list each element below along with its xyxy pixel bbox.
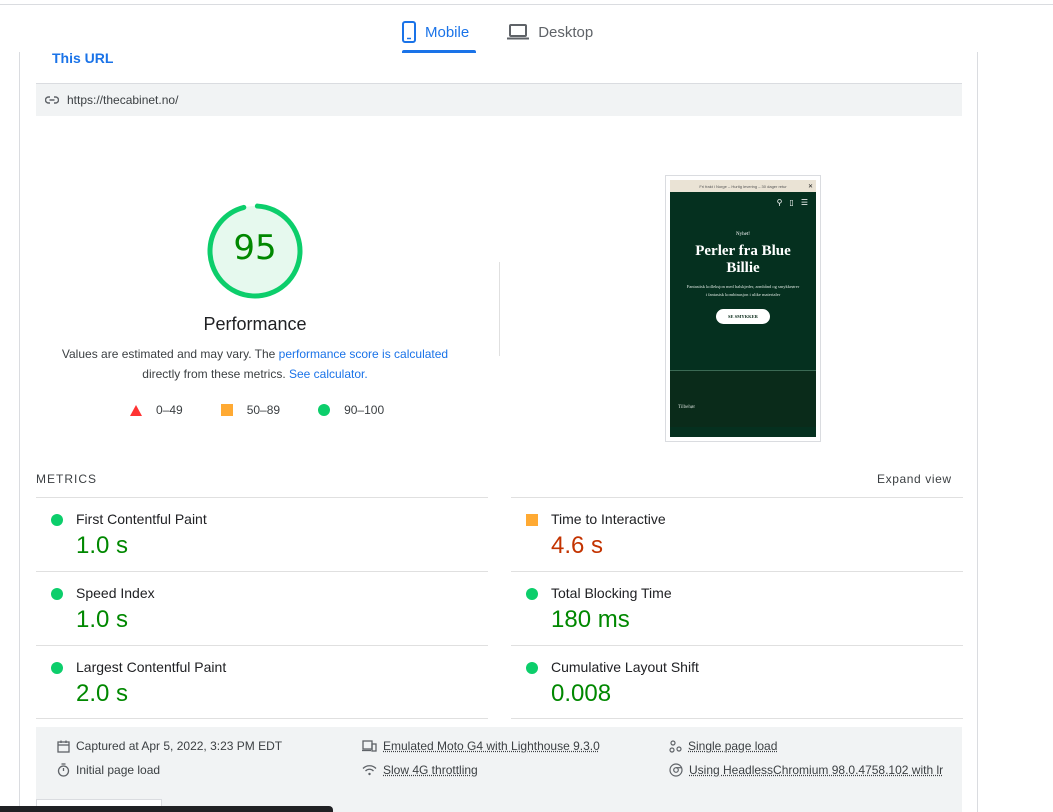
single-page-load-text: Single page load	[688, 739, 778, 753]
green-circle-icon	[526, 662, 538, 674]
orange-square-icon	[220, 404, 233, 416]
screenshot-kicker: Nyhet!	[736, 232, 750, 237]
green-circle-icon	[318, 404, 331, 416]
single-page-load[interactable]: Single page load	[669, 739, 777, 753]
top-divider	[0, 4, 1053, 5]
screenshot-bottom	[670, 427, 816, 437]
bottom-overlay-bar	[0, 806, 333, 812]
desc-text-1: Values are estimated and may vary. The	[61, 347, 279, 361]
metric-value: 1.0 s	[76, 532, 129, 559]
tab-mobile-label: Mobile	[425, 23, 470, 41]
screenshot-page: Fri frakt i Norge – Hurtig levering – 30…	[670, 180, 816, 437]
green-circle-icon	[526, 588, 538, 600]
green-circle-icon	[51, 662, 63, 674]
metric-name: Speed Index	[76, 585, 155, 601]
screenshot-banner-text: Fri frakt i Norge – Hurtig levering – 30…	[699, 183, 787, 189]
performance-score-link[interactable]: performance score is calculated	[279, 347, 448, 361]
screenshot-footer: Tilbehør	[670, 371, 816, 427]
metric-speed-index: Speed Index 1.0 s	[36, 571, 488, 645]
red-triangle-icon	[130, 404, 142, 416]
final-screenshot[interactable]: Fri frakt i Norge – Hurtig levering – 30…	[665, 175, 821, 442]
score-legend: 0–49 50–89 90–100	[130, 403, 422, 417]
tested-url: https://thecabinet.no/	[67, 93, 179, 107]
legend-fail-label: 0–49	[156, 403, 183, 417]
emulated-device-text: Emulated Moto G4 with Lighthouse 9.3.0	[383, 739, 600, 753]
screenshot-button: SE SMYKKER	[716, 309, 770, 324]
legend-pass: 90–100	[318, 403, 384, 417]
device-tabs: Mobile Desktop	[398, 12, 597, 53]
screenshot-nav: ⚲ ▯ ☰	[670, 192, 816, 212]
expand-view-toggle[interactable]: Expand view	[877, 472, 952, 486]
legend-pass-label: 90–100	[344, 403, 385, 417]
metric-value: 0.008	[551, 680, 612, 707]
metric-name: First Contentful Paint	[76, 511, 207, 527]
emulated-device[interactable]: Emulated Moto G4 with Lighthouse 9.3.0	[362, 739, 600, 753]
metric-cumulative-layout-shift: Cumulative Layout Shift 0.008	[511, 645, 963, 719]
metric-name: Time to Interactive	[551, 511, 666, 527]
laptop-icon	[507, 24, 530, 40]
stopwatch-icon	[57, 763, 70, 777]
screenshot-banner: Fri frakt i Norge – Hurtig levering – 30…	[670, 180, 816, 192]
metric-name: Total Blocking Time	[551, 585, 672, 601]
menu-icon: ☰	[800, 197, 808, 207]
browser-info-text: Using HeadlessChromium 98.0.4758.102 wit…	[689, 763, 944, 777]
close-icon: ✕	[807, 183, 813, 190]
chrome-icon	[669, 763, 683, 777]
metric-name: Cumulative Layout Shift	[551, 659, 699, 675]
captured-at-text: Captured at Apr 5, 2022, 3:23 PM EDT	[76, 739, 283, 753]
performance-description: Values are estimated and may vary. The p…	[50, 344, 460, 384]
bag-icon: ▯	[789, 197, 794, 207]
metrics-heading: METRICS	[36, 472, 97, 486]
calendar-icon	[57, 740, 70, 753]
metric-value: 4.6 s	[551, 532, 604, 559]
initial-page-load-text: Initial page load	[76, 763, 161, 777]
screenshot-hero: Nyhet! Perler fra Blue Billie Fantastisk…	[670, 212, 816, 370]
search-icon: ⚲	[776, 197, 783, 207]
desc-text-2: directly from these metrics.	[142, 367, 289, 381]
browser-info[interactable]: Using HeadlessChromium 98.0.4758.102 wit…	[669, 763, 943, 777]
tab-desktop-label: Desktop	[538, 23, 594, 41]
legend-average: 50–89	[220, 403, 281, 417]
see-calculator-link[interactable]: See calculator.	[289, 367, 368, 381]
smartphone-icon	[402, 21, 416, 43]
tab-this-url[interactable]: This URL	[52, 50, 113, 66]
metrics-bottom-divider	[36, 718, 488, 719]
link-icon	[45, 96, 59, 104]
metric-first-contentful-paint: First Contentful Paint 1.0 s	[36, 497, 488, 571]
network-throttling[interactable]: Slow 4G throttling	[362, 763, 478, 777]
run-info-panel: Captured at Apr 5, 2022, 3:23 PM EDT Ini…	[36, 727, 962, 812]
performance-score: 95	[233, 228, 277, 268]
screenshot-subtitle: Fantastisk kolleksjon med halskjeder, ar…	[686, 284, 800, 297]
devices-icon	[362, 740, 377, 752]
metrics-bottom-divider	[511, 718, 963, 719]
section-divider	[499, 262, 500, 356]
url-bar: https://thecabinet.no/	[36, 84, 962, 116]
initial-page-load: Initial page load	[57, 763, 160, 777]
metric-value: 1.0 s	[76, 606, 129, 633]
tab-desktop[interactable]: Desktop	[503, 12, 597, 52]
green-circle-icon	[51, 588, 63, 600]
signal-icon	[362, 765, 377, 776]
metric-name: Largest Contentful Paint	[76, 659, 227, 675]
metric-value: 2.0 s	[76, 680, 129, 707]
metric-total-blocking-time: Total Blocking Time 180 ms	[511, 571, 963, 645]
metric-value: 180 ms	[551, 606, 630, 633]
legend-fail: 0–49	[130, 403, 183, 417]
metric-largest-contentful-paint: Largest Contentful Paint 2.0 s	[36, 645, 488, 719]
green-circle-icon	[51, 514, 63, 526]
metric-time-to-interactive: Time to Interactive 4.6 s	[511, 497, 963, 571]
orange-square-icon	[526, 514, 538, 526]
performance-title: Performance	[203, 314, 307, 334]
screenshot-title: Perler fra Blue Billie	[695, 243, 791, 276]
network-throttling-text: Slow 4G throttling	[383, 763, 478, 777]
tab-mobile[interactable]: Mobile	[398, 12, 477, 53]
captured-at: Captured at Apr 5, 2022, 3:23 PM EDT	[57, 739, 282, 753]
legend-average-label: 50–89	[246, 403, 281, 417]
nodes-icon	[669, 739, 682, 753]
